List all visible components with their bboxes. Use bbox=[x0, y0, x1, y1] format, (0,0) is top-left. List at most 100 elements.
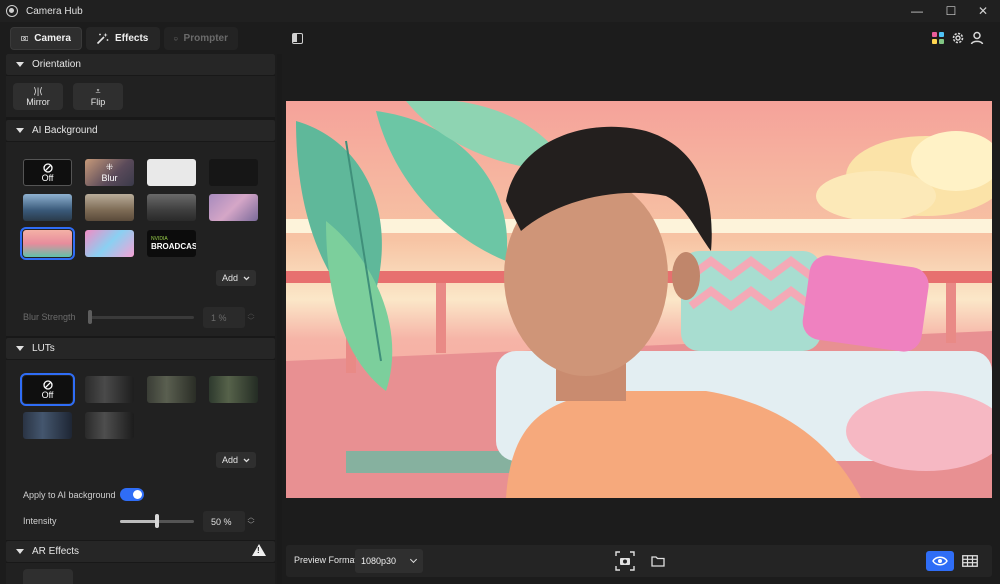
gear-icon[interactable] bbox=[950, 30, 966, 46]
tab-camera-label: Camera bbox=[34, 33, 71, 44]
caret-down-icon bbox=[16, 62, 24, 67]
background-office-option[interactable] bbox=[23, 194, 72, 221]
top-bar: Camera Effects Prompter bbox=[0, 22, 1000, 54]
background-add-label: Add bbox=[221, 273, 238, 283]
effects-sidebar: Orientation ⟩|⟨ Mirror ⩡ Flip AI Backgro… bbox=[6, 54, 275, 584]
camera-snapshot-icon bbox=[615, 551, 635, 571]
background-blur-option[interactable]: ⁜ Blur bbox=[85, 159, 134, 186]
chevron-down-icon bbox=[243, 458, 250, 462]
chevron-up-icon: ︿ bbox=[247, 309, 255, 317]
lut-off-option[interactable]: Off bbox=[20, 373, 75, 406]
magic-wand-icon bbox=[96, 32, 109, 45]
blur-strength-input[interactable]: 1 % bbox=[203, 307, 245, 328]
broadcast-label: BROADCAST bbox=[151, 242, 196, 251]
maximize-button[interactable]: ☐ bbox=[934, 0, 968, 22]
intensity-stepper[interactable]: ︿ ﹀ bbox=[246, 511, 256, 532]
blur-strength-thumb[interactable] bbox=[88, 310, 93, 324]
chevron-down-icon: ﹀ bbox=[247, 317, 255, 325]
lut-option-1[interactable] bbox=[85, 376, 134, 403]
flip-button[interactable]: ⩡ Flip bbox=[73, 83, 123, 110]
lut-option-2[interactable] bbox=[147, 376, 196, 403]
preview-format-label: Preview Format bbox=[294, 555, 358, 565]
ai-background-section-header[interactable]: AI Background bbox=[6, 120, 275, 141]
preview-format-select[interactable]: 1080p30 bbox=[355, 549, 423, 573]
caret-down-icon bbox=[16, 128, 24, 133]
prompter-icon bbox=[174, 36, 178, 40]
mirror-button[interactable]: ⟩|⟨ Mirror bbox=[13, 83, 63, 110]
app-logo-icon bbox=[6, 5, 18, 17]
lut-off-label: Off bbox=[41, 389, 54, 400]
background-black-option[interactable] bbox=[209, 159, 258, 186]
intensity-thumb[interactable] bbox=[155, 514, 159, 528]
background-purple-option[interactable] bbox=[209, 194, 258, 221]
caret-down-icon bbox=[16, 549, 24, 554]
camera-preview bbox=[286, 101, 992, 498]
sidebar-scrollbar[interactable] bbox=[277, 54, 282, 584]
lut-add-label: Add bbox=[221, 455, 238, 465]
background-add-button[interactable]: Add bbox=[216, 270, 256, 286]
ar-effects-title: AR Effects bbox=[32, 546, 80, 557]
stream-deck-icon[interactable] bbox=[930, 30, 946, 46]
tab-prompter[interactable]: Prompter bbox=[164, 27, 238, 50]
background-white-option[interactable] bbox=[147, 159, 196, 186]
orientation-section-header[interactable]: Orientation bbox=[6, 54, 275, 75]
orientation-section: ⟩|⟨ Mirror ⩡ Flip bbox=[6, 76, 275, 117]
window-title: Camera Hub bbox=[26, 5, 83, 17]
chevron-down-icon: ﹀ bbox=[247, 521, 255, 529]
flip-icon: ⩡ bbox=[95, 85, 101, 96]
disabled-icon bbox=[42, 379, 53, 390]
luts-section-header[interactable]: LUTs bbox=[6, 338, 275, 359]
blur-strength-label: Blur Strength bbox=[23, 312, 76, 322]
chevron-down-icon bbox=[409, 555, 418, 564]
chevron-up-icon: ︿ bbox=[247, 513, 255, 521]
background-off-option[interactable]: Off bbox=[23, 159, 72, 186]
sidebar-toggle-icon[interactable] bbox=[292, 33, 303, 44]
apply-to-ai-background-toggle[interactable] bbox=[120, 488, 144, 501]
background-pink-option[interactable] bbox=[85, 230, 134, 257]
flip-label: Flip bbox=[90, 96, 106, 107]
background-off-label: Off bbox=[41, 172, 54, 183]
blur-strength-slider[interactable] bbox=[89, 316, 194, 319]
folder-icon bbox=[651, 556, 665, 567]
mirror-icon: ⟩|⟨ bbox=[33, 85, 43, 96]
ar-effects-section-header[interactable]: AR Effects bbox=[6, 541, 275, 562]
grid-icon bbox=[962, 555, 978, 567]
open-folder-button[interactable] bbox=[647, 550, 669, 572]
snapshot-button[interactable] bbox=[614, 550, 636, 572]
ar-effect-option[interactable] bbox=[23, 569, 73, 584]
background-studio-option[interactable] bbox=[147, 194, 196, 221]
lut-add-button[interactable]: Add bbox=[216, 452, 256, 468]
apply-to-ai-background-label: Apply to AI background bbox=[23, 490, 116, 500]
intensity-value: 50 % bbox=[211, 516, 232, 527]
caret-down-icon bbox=[16, 346, 24, 351]
background-broadcast-option[interactable]: NVIDIA BROADCAST bbox=[147, 230, 196, 257]
orientation-title: Orientation bbox=[32, 59, 81, 70]
account-icon[interactable] bbox=[969, 30, 985, 46]
tab-camera[interactable]: Camera bbox=[10, 27, 82, 50]
mirror-label: Mirror bbox=[26, 96, 50, 107]
disabled-icon bbox=[42, 162, 53, 173]
luts-title: LUTs bbox=[32, 343, 55, 354]
tab-effects[interactable]: Effects bbox=[86, 27, 160, 50]
intensity-input[interactable]: 50 % bbox=[203, 511, 245, 532]
preview-view-button[interactable] bbox=[926, 551, 954, 571]
lut-option-5[interactable] bbox=[85, 412, 134, 439]
lut-option-3[interactable] bbox=[209, 376, 258, 403]
background-room-option[interactable] bbox=[85, 194, 134, 221]
blur-strength-stepper[interactable]: ︿ ﹀ bbox=[246, 307, 256, 328]
intensity-label: Intensity bbox=[23, 516, 57, 526]
ai-background-section: Off ⁜ Blur NVIDIA BROADCAST Add Blur Str… bbox=[6, 142, 275, 336]
camera-icon bbox=[21, 35, 29, 42]
preview-toolbar: Preview Format 1080p30 bbox=[286, 545, 992, 577]
intensity-fill bbox=[120, 520, 157, 523]
lut-option-4[interactable] bbox=[23, 412, 72, 439]
close-button[interactable]: ✕ bbox=[966, 0, 1000, 22]
background-anime-option[interactable] bbox=[20, 227, 75, 260]
title-bar: Camera Hub — ☐ ✕ bbox=[0, 0, 1000, 22]
grid-view-button[interactable] bbox=[956, 551, 984, 571]
ar-effects-section bbox=[6, 563, 275, 584]
background-blur-label: Blur bbox=[101, 173, 118, 183]
preview-format-value: 1080p30 bbox=[361, 556, 397, 566]
minimize-button[interactable]: — bbox=[900, 0, 934, 22]
warning-icon[interactable]: ! bbox=[252, 544, 266, 556]
